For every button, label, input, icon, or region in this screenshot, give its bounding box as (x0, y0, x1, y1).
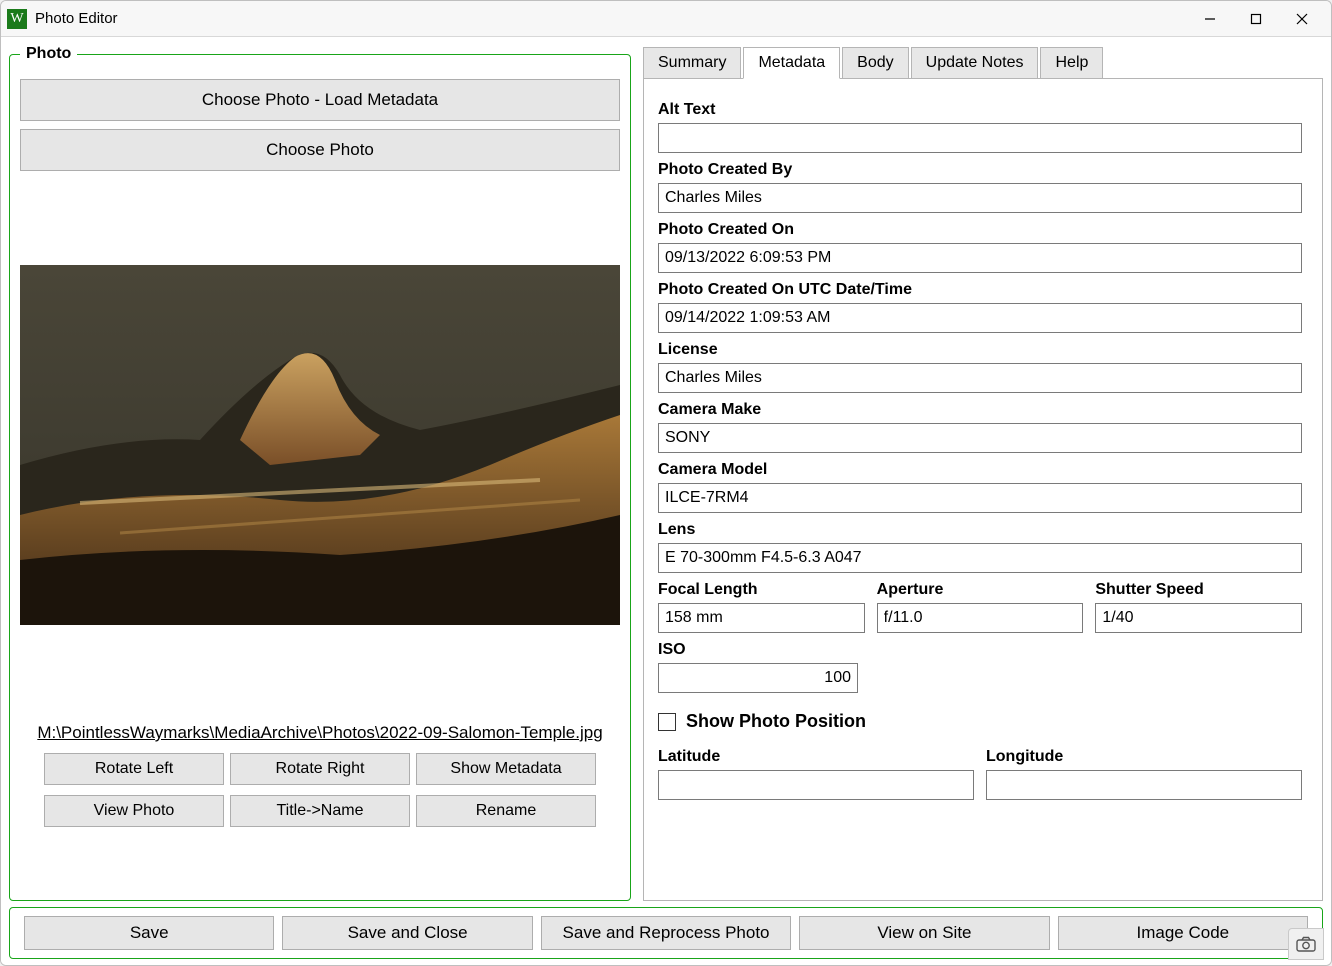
metadata-scroll[interactable]: Alt Text Photo Created By Photo Created … (644, 79, 1322, 900)
aperture-input[interactable] (877, 603, 1084, 633)
save-button[interactable]: Save (24, 916, 274, 950)
created-on-utc-input[interactable] (658, 303, 1302, 333)
right-pane: Summary Metadata Body Update Notes Help … (643, 45, 1323, 901)
minimize-button[interactable] (1187, 4, 1233, 34)
created-on-input[interactable] (658, 243, 1302, 273)
lens-label: Lens (658, 521, 1302, 539)
choose-photo-load-button[interactable]: Choose Photo - Load Metadata (20, 79, 620, 121)
close-button[interactable] (1279, 4, 1325, 34)
window-title: Photo Editor (35, 10, 118, 27)
shutter-speed-label: Shutter Speed (1095, 581, 1302, 599)
longitude-input[interactable] (986, 770, 1302, 800)
tab-strip: Summary Metadata Body Update Notes Help (643, 45, 1323, 79)
photo-panel: Photo Choose Photo - Load Metadata Choos… (9, 45, 631, 901)
camera-model-label: Camera Model (658, 461, 1302, 479)
main-row: Photo Choose Photo - Load Metadata Choos… (9, 45, 1323, 901)
lat-lon-row: Latitude Longitude (658, 740, 1302, 800)
rotate-left-button[interactable]: Rotate Left (44, 753, 224, 785)
show-position-label: Show Photo Position (686, 711, 866, 732)
tab-body[interactable]: Body (842, 47, 908, 79)
app-icon: W (7, 9, 27, 29)
tab-content: Alt Text Photo Created By Photo Created … (643, 78, 1323, 901)
focal-length-label: Focal Length (658, 581, 865, 599)
lens-input[interactable] (658, 543, 1302, 573)
camera-make-label: Camera Make (658, 401, 1302, 419)
rotate-right-button[interactable]: Rotate Right (230, 753, 410, 785)
photo-legend: Photo (20, 45, 77, 63)
photo-buttons-row-1: Rotate Left Rotate Right Show Metadata (20, 753, 620, 785)
camera-make-input[interactable] (658, 423, 1302, 453)
exposure-row: Focal Length Aperture Shutter Speed (658, 573, 1302, 633)
window-controls (1187, 4, 1325, 34)
photo-preview (20, 265, 620, 625)
shutter-speed-input[interactable] (1095, 603, 1302, 633)
latitude-input[interactable] (658, 770, 974, 800)
rename-button[interactable]: Rename (416, 795, 596, 827)
title-name-button[interactable]: Title->Name (230, 795, 410, 827)
show-position-checkbox[interactable] (658, 713, 676, 731)
app-window: W Photo Editor Photo Choose Photo - Load… (0, 0, 1332, 966)
license-label: License (658, 341, 1302, 359)
image-code-button[interactable]: Image Code (1058, 916, 1308, 950)
maximize-button[interactable] (1233, 4, 1279, 34)
iso-input[interactable] (658, 663, 858, 693)
choose-photo-button[interactable]: Choose Photo (20, 129, 620, 171)
camera-icon (1296, 936, 1316, 952)
view-photo-button[interactable]: View Photo (44, 795, 224, 827)
created-by-label: Photo Created By (658, 161, 1302, 179)
minimize-icon (1204, 13, 1216, 25)
created-on-label: Photo Created On (658, 221, 1302, 239)
created-on-utc-label: Photo Created On UTC Date/Time (658, 281, 1302, 299)
longitude-label: Longitude (986, 748, 1302, 766)
view-on-site-button[interactable]: View on Site (799, 916, 1049, 950)
titlebar: W Photo Editor (1, 1, 1331, 37)
close-icon (1296, 13, 1308, 25)
bottom-bar: Save Save and Close Save and Reprocess P… (9, 907, 1323, 959)
camera-model-input[interactable] (658, 483, 1302, 513)
file-path-link[interactable]: M:\PointlessWaymarks\MediaArchive\Photos… (20, 723, 620, 743)
save-close-button[interactable]: Save and Close (282, 916, 532, 950)
maximize-icon (1250, 13, 1262, 25)
alt-text-label: Alt Text (658, 101, 1302, 119)
photo-buttons-row-2: View Photo Title->Name Rename (20, 795, 620, 827)
focal-length-input[interactable] (658, 603, 865, 633)
show-metadata-button[interactable]: Show Metadata (416, 753, 596, 785)
client-area: Photo Choose Photo - Load Metadata Choos… (1, 37, 1331, 965)
iso-label: ISO (658, 641, 1302, 659)
tab-summary[interactable]: Summary (643, 47, 741, 79)
license-input[interactable] (658, 363, 1302, 393)
tab-metadata[interactable]: Metadata (743, 47, 840, 79)
screenshot-icon[interactable] (1288, 928, 1324, 960)
show-position-row: Show Photo Position (658, 711, 1302, 732)
aperture-label: Aperture (877, 581, 1084, 599)
save-reprocess-button[interactable]: Save and Reprocess Photo (541, 916, 791, 950)
latitude-label: Latitude (658, 748, 974, 766)
tab-update-notes[interactable]: Update Notes (911, 47, 1039, 79)
alt-text-input[interactable] (658, 123, 1302, 153)
tab-help[interactable]: Help (1040, 47, 1103, 79)
created-by-input[interactable] (658, 183, 1302, 213)
photo-preview-image (20, 265, 620, 625)
